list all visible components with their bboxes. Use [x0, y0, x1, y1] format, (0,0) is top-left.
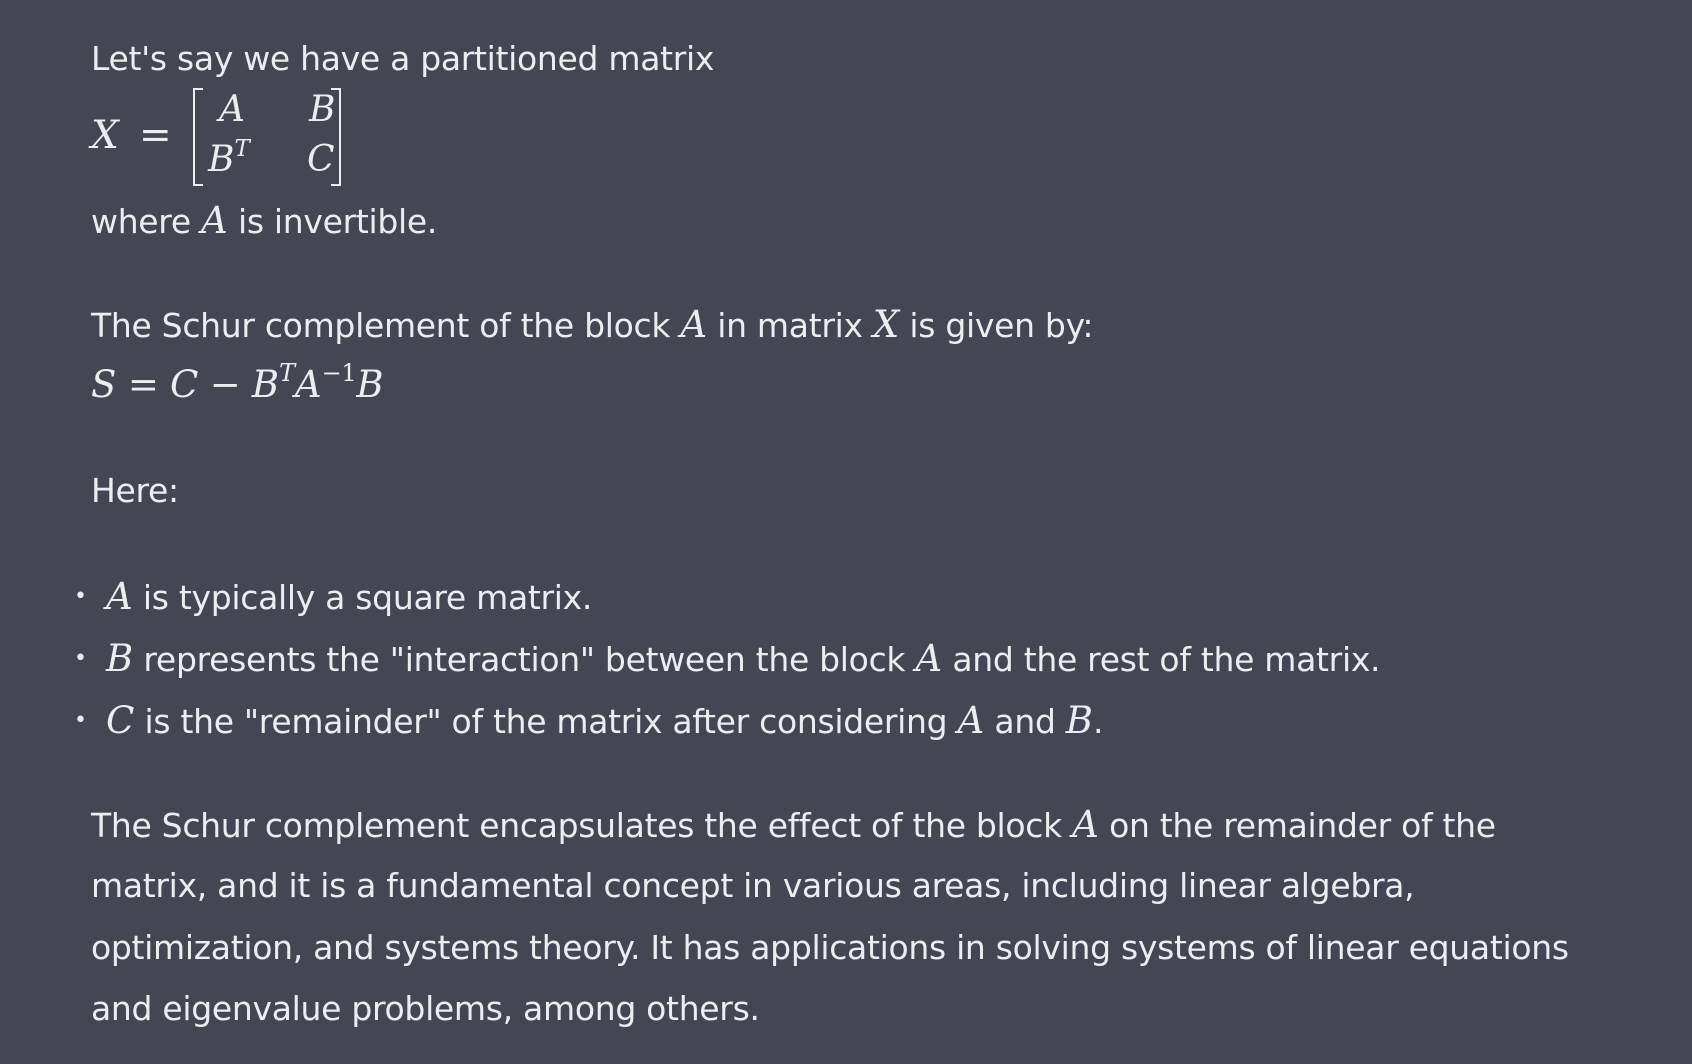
bullet-text: represents the "interaction" between the…: [133, 640, 916, 679]
bullet-icon: •: [74, 584, 87, 609]
bullet-icon: •: [74, 708, 87, 733]
bullet-list: • A is typically a square matrix. • B repr…: [0, 566, 1381, 752]
formula-b2: B: [356, 363, 384, 406]
formula-c: C: [169, 363, 199, 406]
bullet-text: and the rest of the matrix.: [942, 640, 1381, 679]
bullet-text: is the "remainder" of the matrix after c…: [134, 702, 958, 741]
schur-formula: S = C − BTA−1B: [91, 354, 384, 417]
matrix-right-bracket: [331, 88, 341, 186]
formula-transpose: T: [279, 359, 295, 387]
bullet-var: B: [1065, 699, 1093, 742]
matrix-cell-bt-base: B: [208, 139, 235, 180]
bullet-text: and: [984, 702, 1066, 741]
matrix-equals: =: [139, 113, 172, 158]
intro-sentence: Let's say we have a partitioned matrix: [91, 39, 715, 78]
closing-line-1: The Schur complement encapsulates the ef…: [91, 794, 1496, 857]
schur-var-a: A: [680, 303, 708, 346]
where-line: where A is invertible.: [91, 190, 437, 253]
formula-a: A: [294, 363, 322, 406]
list-item: • B represents the "interaction" between …: [0, 628, 1381, 690]
here-label: Here:: [91, 460, 179, 522]
message-content: Let's say we have a partitioned matrix X…: [0, 0, 1692, 1064]
intro-text: Let's say we have a partitioned matrix: [91, 28, 714, 90]
closing-line-2: matrix, and it is a fundamental concept …: [91, 855, 1415, 917]
bullet-var: A: [915, 637, 943, 680]
list-item: • A is typically a square matrix.: [0, 566, 1380, 628]
matrix-cell-bt: BT: [208, 138, 250, 182]
closing-line-4: and eigenvalue problems, among others.: [91, 978, 760, 1040]
matrix-cell-bt-sup: T: [234, 136, 250, 162]
where-suffix: is invertible.: [227, 202, 438, 241]
bullet-text: .: [1093, 702, 1104, 741]
formula-eq: =: [116, 363, 170, 406]
matrix-cell-a: A: [219, 89, 245, 130]
closing-text: matrix, and it is a fundamental concept …: [91, 866, 1415, 905]
formula-inverse: −1: [321, 359, 357, 387]
bullet-var: C: [106, 699, 135, 742]
bullet-icon: •: [74, 646, 87, 671]
bullet-var: A: [106, 575, 133, 618]
bullet-var: B: [106, 637, 134, 680]
formula-minus: −: [198, 363, 252, 406]
closing-text: optimization, and systems theory. It has…: [91, 928, 1569, 967]
schur-definition-line: The Schur complement of the block A in m…: [91, 294, 1094, 357]
matrix-equation: X = A B BT C: [91, 84, 371, 190]
schur-middle: in matrix: [707, 306, 873, 345]
matrix-lhs: X: [91, 113, 119, 158]
closing-text: and eigenvalue problems, among others.: [91, 989, 760, 1028]
formula-s: S: [91, 363, 117, 406]
closing-suffix: on the remainder of the: [1098, 806, 1496, 845]
closing-var: A: [1072, 803, 1099, 846]
schur-prefix: The Schur complement of the block: [91, 306, 681, 345]
here-text: Here:: [91, 471, 179, 510]
formula-b: B: [251, 363, 280, 406]
list-item: • C is the "remainder" of the matrix afte…: [0, 690, 1380, 752]
where-var: A: [201, 199, 228, 242]
bullet-var: A: [957, 699, 985, 742]
bullet-text: is typically a square matrix.: [132, 578, 593, 617]
where-prefix: where: [91, 202, 202, 241]
schur-suffix: is given by:: [899, 306, 1094, 345]
closing-prefix: The Schur complement encapsulates the ef…: [91, 806, 1073, 845]
schur-var-x: X: [872, 303, 900, 346]
closing-line-3: optimization, and systems theory. It has…: [91, 917, 1569, 979]
matrix-left-bracket: [193, 88, 203, 186]
